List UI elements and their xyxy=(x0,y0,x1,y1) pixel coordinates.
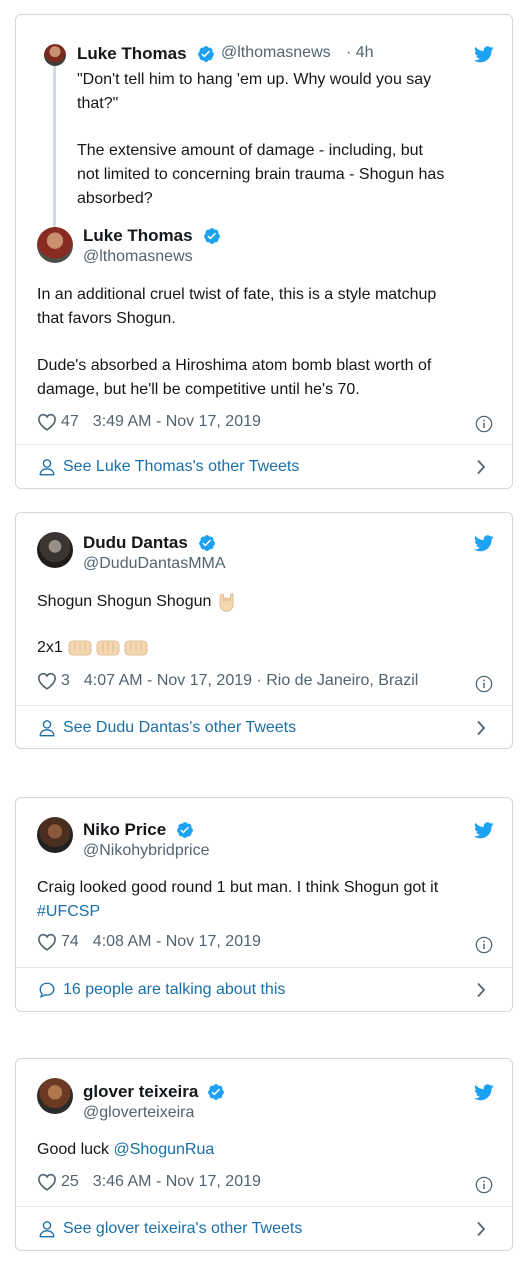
chevron-right-icon[interactable] xyxy=(476,1221,486,1237)
see-other-tweets-link[interactable]: See glover teixeira's other Tweets xyxy=(16,1207,512,1251)
fist-bump-icon xyxy=(68,640,148,656)
tweet-text-line-1: Good luck @ShogunRua xyxy=(37,1138,214,1162)
tweet-text-line-2: 2x1 xyxy=(37,636,151,660)
chevron-right-icon[interactable] xyxy=(476,720,486,736)
footer-label[interactable]: See Luke Thomas's other Tweets xyxy=(63,458,299,476)
author-name[interactable]: Niko Price xyxy=(83,820,166,840)
info-icon[interactable] xyxy=(475,1176,493,1194)
tweet-text-line-3: Dude's absorbed a Hiroshima atom bomb bl… xyxy=(37,357,432,374)
footer-label[interactable]: See glover teixeira's other Tweets xyxy=(63,1220,302,1238)
tweet-meta: 74 4:08 AM - Nov 17, 2019 xyxy=(37,933,261,951)
tweet-meta: 47 3:49 AM - Nov 17, 2019 xyxy=(37,413,261,431)
author-handle[interactable]: @lthomasnews xyxy=(83,248,193,266)
verified-badge-icon xyxy=(199,535,215,551)
quote-text-line-1: "Don't tell him to hang 'em up. Why woul… xyxy=(77,71,432,88)
person-icon xyxy=(39,459,55,476)
hashtag-link[interactable]: #UFCSP xyxy=(37,900,100,924)
twitter-bird-icon[interactable] xyxy=(474,535,494,552)
author-handle[interactable]: @DuduDantasMMA xyxy=(83,555,226,573)
chevron-right-icon[interactable] xyxy=(476,982,486,998)
footer-label[interactable]: 16 people are talking about this xyxy=(63,981,285,999)
tweet-text-line-1: Craig looked good round 1 but man. I thi… xyxy=(37,879,439,896)
quote-author-name[interactable]: Luke Thomas xyxy=(77,44,187,64)
tweet-meta: 3 4:07 AM - Nov 17, 2019 · Rio de Janeir… xyxy=(37,672,418,690)
tweet-text: Good luck xyxy=(37,1141,114,1158)
verified-badge-icon xyxy=(204,228,220,244)
avatar[interactable] xyxy=(37,227,73,263)
quote-timestamp[interactable]: · 4h xyxy=(346,44,374,62)
verified-badge-icon xyxy=(208,1084,224,1100)
rock-on-hand-icon xyxy=(219,593,234,612)
heart-icon[interactable] xyxy=(37,413,57,431)
info-icon[interactable] xyxy=(475,675,493,693)
quote-text-line-4: not limited to concerning brain trauma -… xyxy=(77,166,445,183)
heart-icon[interactable] xyxy=(37,933,57,951)
twitter-bird-icon[interactable] xyxy=(474,822,494,839)
author-handle[interactable]: @Nikohybridprice xyxy=(83,842,210,860)
tweet-text: Shogun Shogun Shogun xyxy=(37,593,212,610)
tweet-card-1: Luke Thomas @lthomasnews · 4h "Don't tel… xyxy=(15,14,513,489)
info-icon[interactable] xyxy=(475,415,493,433)
heart-icon[interactable] xyxy=(37,672,57,690)
see-other-tweets-link[interactable]: See Luke Thomas's other Tweets xyxy=(16,445,512,489)
timestamp[interactable]: 4:07 AM - Nov 17, 2019 · Rio de Janeiro,… xyxy=(84,672,418,690)
author-name[interactable]: glover teixeira xyxy=(83,1082,198,1102)
quote-author-handle[interactable]: @lthomasnews xyxy=(221,44,331,62)
tweet-card-3: Niko Price @Nikohybridprice Craig looked… xyxy=(15,797,513,1012)
verified-badge-icon xyxy=(177,822,193,838)
avatar[interactable] xyxy=(37,1078,73,1114)
chevron-right-icon[interactable] xyxy=(476,459,486,475)
conversation-link[interactable]: 16 people are talking about this xyxy=(16,968,512,1012)
person-icon xyxy=(39,1221,55,1238)
quote-text-line-2: that?" xyxy=(77,95,119,112)
tweet-text-line-4: damage, but he'll be competitive until h… xyxy=(37,381,360,398)
quote-text-line-3: The extensive amount of damage - includi… xyxy=(77,142,423,159)
info-icon[interactable] xyxy=(475,936,493,954)
mention-link[interactable]: @ShogunRua xyxy=(113,1141,214,1158)
twitter-bird-icon[interactable] xyxy=(474,1084,494,1101)
tweet-card-4: glover teixeira @gloverteixeira Good luc… xyxy=(15,1058,513,1251)
tweet-text-line-2: that favors Shogun. xyxy=(37,310,176,327)
footer-label[interactable]: See Dudu Dantas's other Tweets xyxy=(63,719,296,737)
like-count[interactable]: 25 xyxy=(61,1173,79,1191)
tweet-card-2: Dudu Dantas @DuduDantasMMA Shogun Shogun… xyxy=(15,512,513,749)
quote-thread-line xyxy=(53,63,56,233)
tweet-text-line-1: In an additional cruel twist of fate, th… xyxy=(37,286,437,303)
author-name[interactable]: Luke Thomas xyxy=(83,226,193,246)
avatar[interactable] xyxy=(37,817,73,853)
tweet-meta: 25 3:46 AM - Nov 17, 2019 xyxy=(37,1173,261,1191)
like-count[interactable]: 74 xyxy=(61,933,79,951)
like-count[interactable]: 47 xyxy=(61,413,79,431)
timestamp[interactable]: 4:08 AM - Nov 17, 2019 xyxy=(93,933,261,951)
timestamp[interactable]: 3:46 AM - Nov 17, 2019 xyxy=(93,1173,261,1191)
tweet-text-line-1: Shogun Shogun Shogun xyxy=(37,590,238,614)
author-handle[interactable]: @gloverteixeira xyxy=(83,1104,194,1122)
person-icon xyxy=(39,720,55,737)
twitter-bird-icon[interactable] xyxy=(474,46,494,63)
quote-text-line-5: absorbed? xyxy=(77,190,153,207)
like-count[interactable]: 3 xyxy=(61,672,70,690)
timestamp[interactable]: 3:49 AM - Nov 17, 2019 xyxy=(93,413,261,431)
verified-badge-icon xyxy=(198,46,214,62)
tweet-text: 2x1 xyxy=(37,639,63,656)
author-name[interactable]: Dudu Dantas xyxy=(83,533,188,553)
see-other-tweets-link[interactable]: See Dudu Dantas's other Tweets xyxy=(16,706,512,750)
avatar[interactable] xyxy=(44,44,66,66)
heart-icon[interactable] xyxy=(37,1173,57,1191)
avatar[interactable] xyxy=(37,532,73,568)
speech-bubble-icon xyxy=(39,982,55,999)
